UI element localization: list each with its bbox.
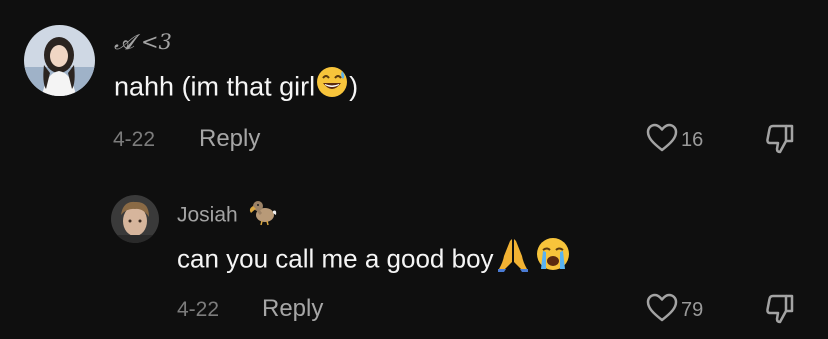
comment-date: 4-22 (113, 128, 156, 151)
comment-text: nahh (im that girl ) (114, 67, 359, 106)
loudly-crying-emoji (535, 236, 571, 279)
comment-text-body: can you call me a good boy (177, 243, 494, 274)
comment-text: can you call me a good boy (177, 238, 571, 279)
folded-hands-emoji (495, 236, 531, 279)
dodo-emoji (248, 196, 278, 232)
like-button[interactable]: 79 (645, 292, 703, 329)
like-count: 16 (681, 129, 704, 151)
like-count: 79 (681, 299, 704, 321)
username-text: Josiah (177, 203, 238, 227)
reply-button[interactable]: Reply (262, 295, 323, 323)
heart-outline-icon (645, 122, 679, 159)
sweat-smile-emoji (315, 65, 349, 106)
heart-outline-icon (645, 292, 679, 329)
reply-button[interactable]: Reply (199, 125, 260, 153)
dislike-button[interactable] (763, 292, 797, 331)
thumbs-down-outline-icon (763, 124, 797, 160)
comment-username[interactable]: Josiah (177, 200, 278, 232)
dislike-button[interactable] (763, 122, 797, 161)
avatar[interactable] (24, 25, 95, 96)
avatar[interactable] (111, 195, 159, 243)
comment-username[interactable]: 𝓐 <3 (114, 30, 172, 55)
comment-text-suffix: ) (349, 71, 359, 102)
comment-text-body: nahh (im that girl (114, 71, 316, 102)
like-button[interactable]: 16 (645, 122, 703, 159)
comment-date: 4-22 (177, 298, 220, 321)
thumbs-down-outline-icon (763, 294, 797, 330)
